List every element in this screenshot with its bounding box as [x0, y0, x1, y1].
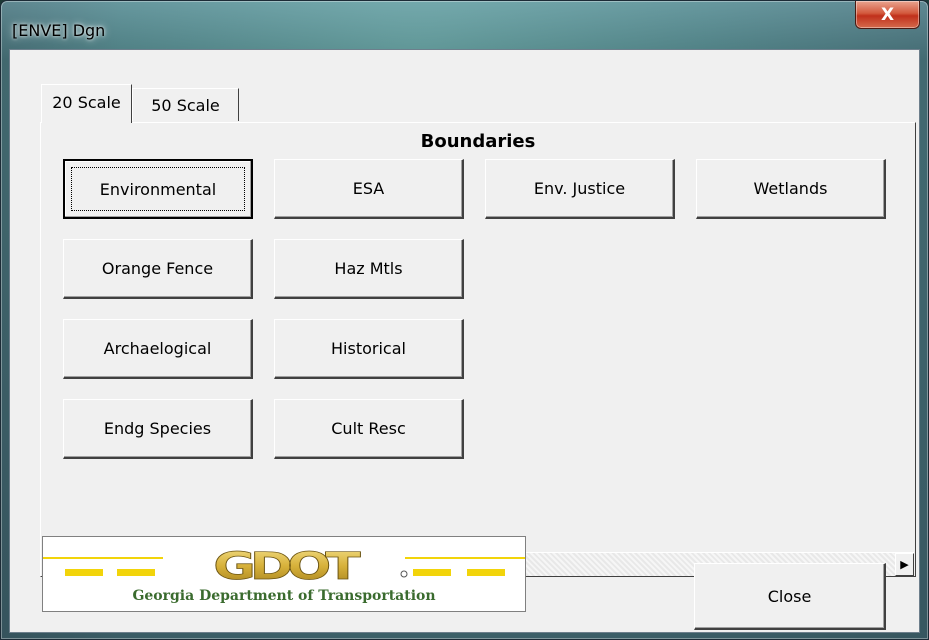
haz-mtls-button[interactable]: Haz Mtls [274, 239, 464, 299]
dialog-client-area: 20 Scale 50 Scale Boundaries Environment… [9, 49, 920, 633]
esa-button[interactable]: ESA [274, 159, 464, 219]
logo-caption: Georgia Department of Transportation [132, 588, 436, 604]
environmental-button[interactable]: Environmental [63, 159, 253, 219]
cult-resc-button[interactable]: Cult Resc [274, 399, 464, 459]
button-label: Haz Mtls [334, 259, 403, 278]
tab-20-scale[interactable]: 20 Scale [41, 84, 132, 123]
button-label: Endg Species [103, 419, 212, 438]
window-title: [ENVE] Dgn [12, 21, 106, 40]
endg-species-button[interactable]: Endg Species [63, 399, 253, 459]
button-label: Archaelogical [103, 339, 212, 358]
env-justice-button[interactable]: Env. Justice [485, 159, 675, 219]
button-label: Close [767, 586, 812, 606]
tab-50-scale[interactable]: 50 Scale [132, 88, 239, 121]
button-label: ESA [352, 179, 385, 198]
dialog-window: [ENVE] Dgn X 20 Scale 50 Scale Boundarie… [0, 0, 929, 640]
close-button[interactable]: Close [694, 563, 886, 630]
logo-letters: GDOT [213, 544, 361, 588]
button-label: Wetlands [753, 179, 828, 198]
panel-heading: Boundaries [420, 131, 536, 152]
tab-panel: Boundaries Environmental ESA Env. Justic… [40, 122, 916, 577]
historical-button[interactable]: Historical [274, 319, 464, 379]
button-label: Orange Fence [101, 259, 214, 278]
button-label: Env. Justice [533, 179, 626, 198]
orange-fence-button[interactable]: Orange Fence [63, 239, 253, 299]
title-bar[interactable]: [ENVE] Dgn X [9, 1, 920, 49]
scroll-right-icon: ▶ [900, 558, 909, 571]
archaelogical-button[interactable]: Archaelogical [63, 319, 253, 379]
focus-ring [71, 167, 245, 211]
scroll-right-button[interactable]: ▶ [895, 553, 914, 576]
close-icon: X [880, 4, 895, 25]
gdot-logo: GDOT Georgia Department of Transportatio… [42, 536, 526, 612]
button-label: Historical [331, 339, 406, 358]
wetlands-button[interactable]: Wetlands [696, 159, 886, 219]
button-label: Cult Resc [331, 419, 406, 438]
window-close-button[interactable]: X [855, 1, 920, 29]
